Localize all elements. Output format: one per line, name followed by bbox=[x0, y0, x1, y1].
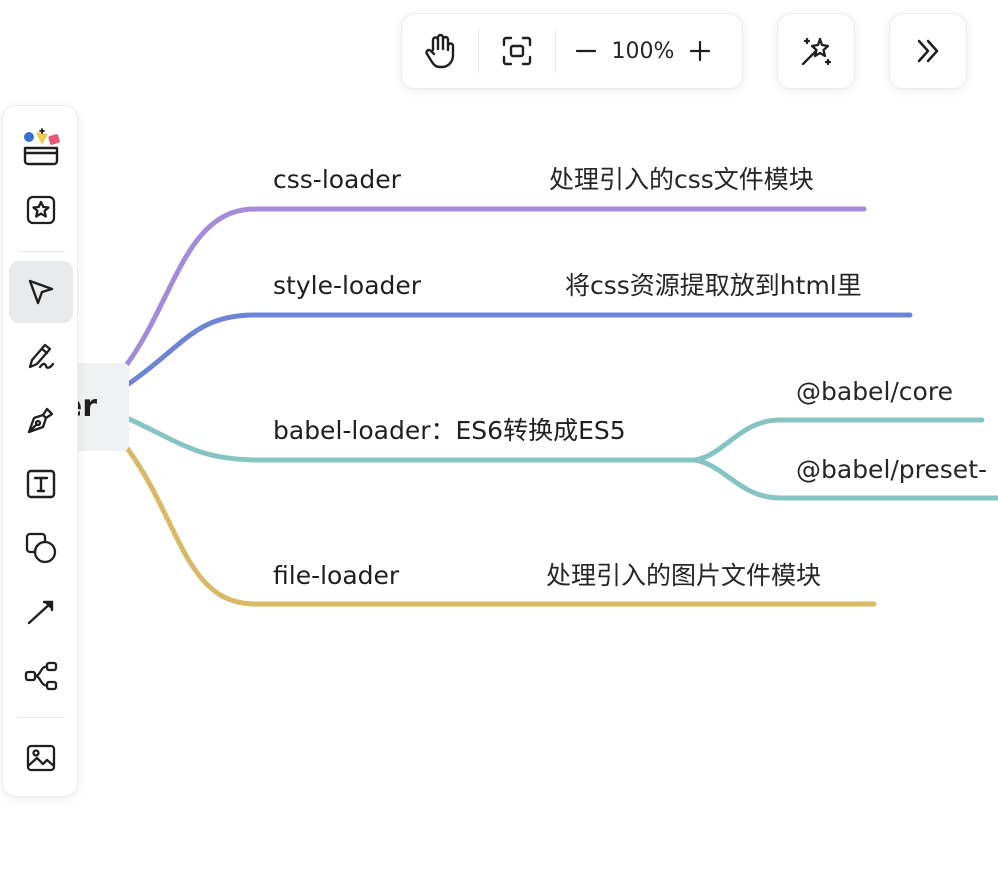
canvas[interactable]: er css-loader 处理引入的css文件模块 style-loader … bbox=[0, 0, 998, 890]
toolbar-divider bbox=[555, 29, 556, 73]
zoom-in-icon bbox=[689, 40, 711, 62]
shape-tool-button[interactable] bbox=[9, 517, 73, 579]
node-babel-preset[interactable]: @babel/preset- bbox=[796, 455, 987, 485]
toolbar-divider bbox=[17, 717, 65, 718]
zoom-in-button[interactable] bbox=[678, 29, 722, 73]
connector-tool-button[interactable] bbox=[9, 581, 73, 643]
hand-tool-button[interactable] bbox=[418, 29, 462, 73]
note-css-loader[interactable]: 处理引入的css文件模块 bbox=[549, 165, 814, 195]
zoom-level[interactable]: 100% bbox=[608, 39, 678, 64]
fountain-pen-icon bbox=[27, 407, 54, 434]
toolbar-divider bbox=[478, 29, 479, 73]
branch-line-style-loader bbox=[124, 312, 913, 388]
pen-icon bbox=[28, 343, 55, 369]
magic-wand-icon bbox=[801, 37, 832, 66]
image-tool-button[interactable] bbox=[9, 727, 73, 789]
pen-tool-button[interactable] bbox=[9, 325, 73, 387]
templates-button[interactable] bbox=[9, 116, 73, 178]
child-line-babel-core bbox=[692, 417, 985, 463]
view-toolbar: 100% bbox=[401, 13, 743, 89]
expand-panel-button[interactable] bbox=[889, 13, 967, 89]
note-style-loader[interactable]: 将css资源提取放到html里 bbox=[565, 271, 862, 301]
fountain-pen-tool-button[interactable] bbox=[9, 389, 73, 451]
shapes-icon bbox=[25, 532, 57, 564]
select-tool-button[interactable] bbox=[9, 261, 73, 323]
zoom-out-icon bbox=[575, 49, 597, 53]
node-babel-core[interactable]: @babel/core bbox=[796, 377, 953, 407]
fit-screen-button[interactable] bbox=[495, 29, 539, 73]
hand-icon bbox=[425, 33, 455, 69]
node-file-loader[interactable]: file-loader bbox=[273, 561, 399, 591]
ai-magic-button[interactable] bbox=[777, 13, 855, 89]
mindmap-icon bbox=[24, 661, 58, 691]
image-icon bbox=[26, 744, 56, 772]
templates-icon bbox=[23, 128, 60, 166]
left-toolbar bbox=[2, 105, 78, 797]
double-chevron-right-icon bbox=[917, 39, 939, 63]
node-style-loader[interactable]: style-loader bbox=[273, 271, 421, 301]
sticker-button[interactable] bbox=[9, 179, 73, 241]
text-tool-button[interactable] bbox=[9, 453, 73, 515]
mindmap-tool-button[interactable] bbox=[9, 645, 73, 707]
star-sticker-icon bbox=[26, 195, 56, 225]
toolbar-divider bbox=[17, 251, 65, 252]
zoom-out-button[interactable] bbox=[564, 29, 608, 73]
select-cursor-icon bbox=[28, 279, 54, 305]
connector-arrow-icon bbox=[27, 600, 54, 625]
node-babel-loader[interactable]: babel-loader：ES6转换成ES5 bbox=[273, 416, 626, 446]
node-css-loader[interactable]: css-loader bbox=[273, 165, 401, 195]
fit-screen-icon bbox=[502, 36, 532, 66]
text-icon bbox=[26, 469, 56, 499]
note-file-loader[interactable]: 处理引入的图片文件模块 bbox=[546, 561, 821, 591]
